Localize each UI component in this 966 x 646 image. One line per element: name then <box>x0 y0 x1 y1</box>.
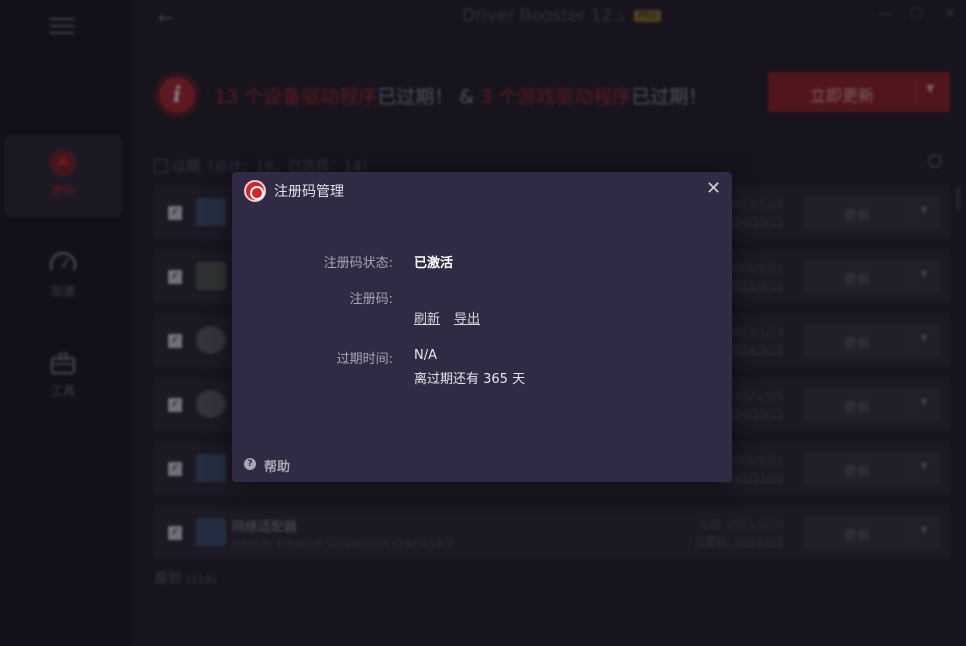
close-icon[interactable]: ✕ <box>706 180 721 198</box>
help-link[interactable]: 帮助 <box>264 456 290 475</box>
help-icon[interactable]: ? <box>244 458 256 470</box>
status-label: 注册码状态: <box>323 256 393 271</box>
code-label: 注册码: <box>349 292 393 307</box>
app-logo-icon <box>244 180 266 202</box>
export-link[interactable]: 导出 <box>454 308 480 327</box>
expiry-label: 过期时间: <box>336 352 393 367</box>
license-dialog: 注册码管理 ✕ 注册码状态: 已激活 注册码: 刷新 导出 过期时间: N/A … <box>232 172 732 482</box>
expiry-value: N/A <box>414 348 437 363</box>
dialog-title: 注册码管理 <box>274 184 344 200</box>
status-value: 已激活 <box>414 256 454 271</box>
days-left: 离过期还有 365 天 <box>414 372 526 387</box>
refresh-link[interactable]: 刷新 <box>414 308 440 327</box>
